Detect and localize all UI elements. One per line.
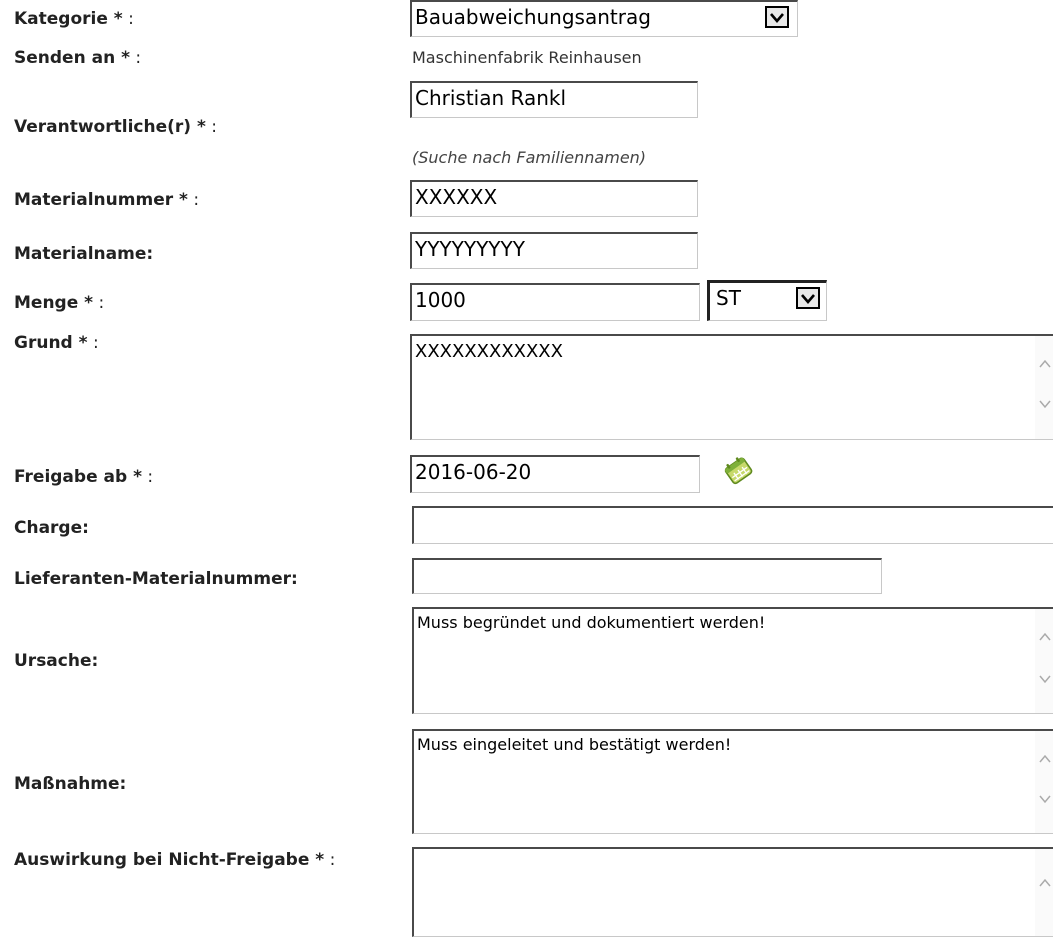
auswirkung-label: Auswirkung bei Nicht-Freigabe * : [14,849,335,871]
menge-value: 1000 [415,288,466,312]
grund-scrollbar[interactable] [1035,336,1053,439]
senden-an-label-text: Senden an * [14,48,130,68]
deviation-request-form: Kategorie * : Bauabweichungsantrag Sende… [0,0,1053,937]
search-hint: (Suche nach Familiennamen) [412,148,647,167]
ursache-scrollbar[interactable] [1035,609,1053,713]
materialname-label: Materialname: [14,243,153,265]
unit-selected-value: ST [716,286,741,310]
massnahme-scrollbar[interactable] [1035,731,1053,833]
materialnummer-label-text: Materialnummer * [14,190,188,210]
auswirkung-textarea[interactable] [412,847,1053,937]
kategorie-colon: : [128,9,134,29]
materialname-label-text: Materialname: [14,244,154,264]
charge-label-text: Charge: [14,518,89,538]
menge-label-text: Menge * [14,293,94,313]
materialnummer-input[interactable]: XXXXXX [410,180,698,217]
materialname-value: YYYYYYYYY [415,237,525,261]
chevron-up-icon[interactable] [1038,753,1052,765]
freigabe-ab-value: 2016-06-20 [415,460,532,484]
grund-value: XXXXXXXXXXXX [415,341,563,362]
auswirkung-label-text: Auswirkung bei Nicht-Freigabe * [14,850,325,870]
grund-colon: : [92,333,99,353]
menge-label: Menge * : [14,292,104,314]
massnahme-value: Muss eingeleitet und bestätigt werden! [417,735,732,754]
freigabe-ab-input[interactable]: 2016-06-20 [410,455,700,493]
materialname-input[interactable]: YYYYYYYYY [410,232,698,269]
chevron-down-icon[interactable] [1038,793,1052,805]
verantwortliche-input[interactable]: Christian Rankl [410,81,698,118]
ursache-label-text: Ursache: [14,651,99,671]
lieferanten-materialnummer-label: Lieferanten-Materialnummer: [14,568,298,590]
unit-select[interactable]: ST [707,280,827,321]
kategorie-label: Kategorie * : [14,8,134,30]
verantwortliche-label: Verantwortliche(r) * : [14,116,217,138]
charge-label: Charge: [14,517,89,539]
materialnummer-label: Materialnummer * : [14,189,199,211]
chevron-up-icon[interactable] [1038,358,1052,370]
materialnummer-value: XXXXXX [415,185,498,209]
massnahme-textarea[interactable]: Muss eingeleitet und bestätigt werden! [412,729,1053,834]
freigabe-ab-colon: : [147,467,154,487]
ursache-value: Muss begründet und dokumentiert werden! [417,613,766,632]
grund-label-text: Grund * [14,333,88,353]
massnahme-label: Maßnahme: [14,773,126,795]
verantwortliche-value: Christian Rankl [415,86,567,110]
materialnummer-colon: : [193,190,200,210]
grund-label: Grund * : [14,332,99,354]
menge-input[interactable]: 1000 [410,283,700,321]
lieferanten-materialnummer-input[interactable] [412,558,882,594]
ursache-label: Ursache: [14,650,98,672]
freigabe-ab-label-text: Freigabe ab * [14,467,142,487]
chevron-down-icon[interactable] [765,6,789,28]
senden-an-colon: : [135,48,142,68]
chevron-up-icon[interactable] [1038,877,1052,889]
grund-textarea[interactable]: XXXXXXXXXXXX [410,334,1053,440]
kategorie-label-text: Kategorie * [14,9,123,29]
massnahme-label-text: Maßnahme: [14,774,127,794]
menge-colon: : [98,293,105,313]
verantwortliche-label-text: Verantwortliche(r) * [14,117,206,137]
ursache-textarea[interactable]: Muss begründet und dokumentiert werden! [412,607,1053,714]
senden-an-value: Maschinenfabrik Reinhausen [412,48,642,67]
chevron-down-icon[interactable] [796,287,820,309]
chevron-down-icon[interactable] [1038,673,1052,685]
senden-an-label: Senden an * : [14,47,141,69]
charge-input[interactable] [412,506,1053,544]
kategorie-selected-value: Bauabweichungsantrag [415,5,651,29]
kategorie-select[interactable]: Bauabweichungsantrag [410,0,798,37]
auswirkung-colon: : [329,850,336,870]
freigabe-ab-label: Freigabe ab * : [14,466,153,488]
calendar-icon[interactable] [722,454,754,486]
lieferanten-materialnummer-label-text: Lieferanten-Materialnummer: [14,569,298,589]
verantwortliche-colon: : [211,117,217,137]
chevron-up-icon[interactable] [1038,631,1052,643]
chevron-down-icon[interactable] [1038,398,1052,410]
